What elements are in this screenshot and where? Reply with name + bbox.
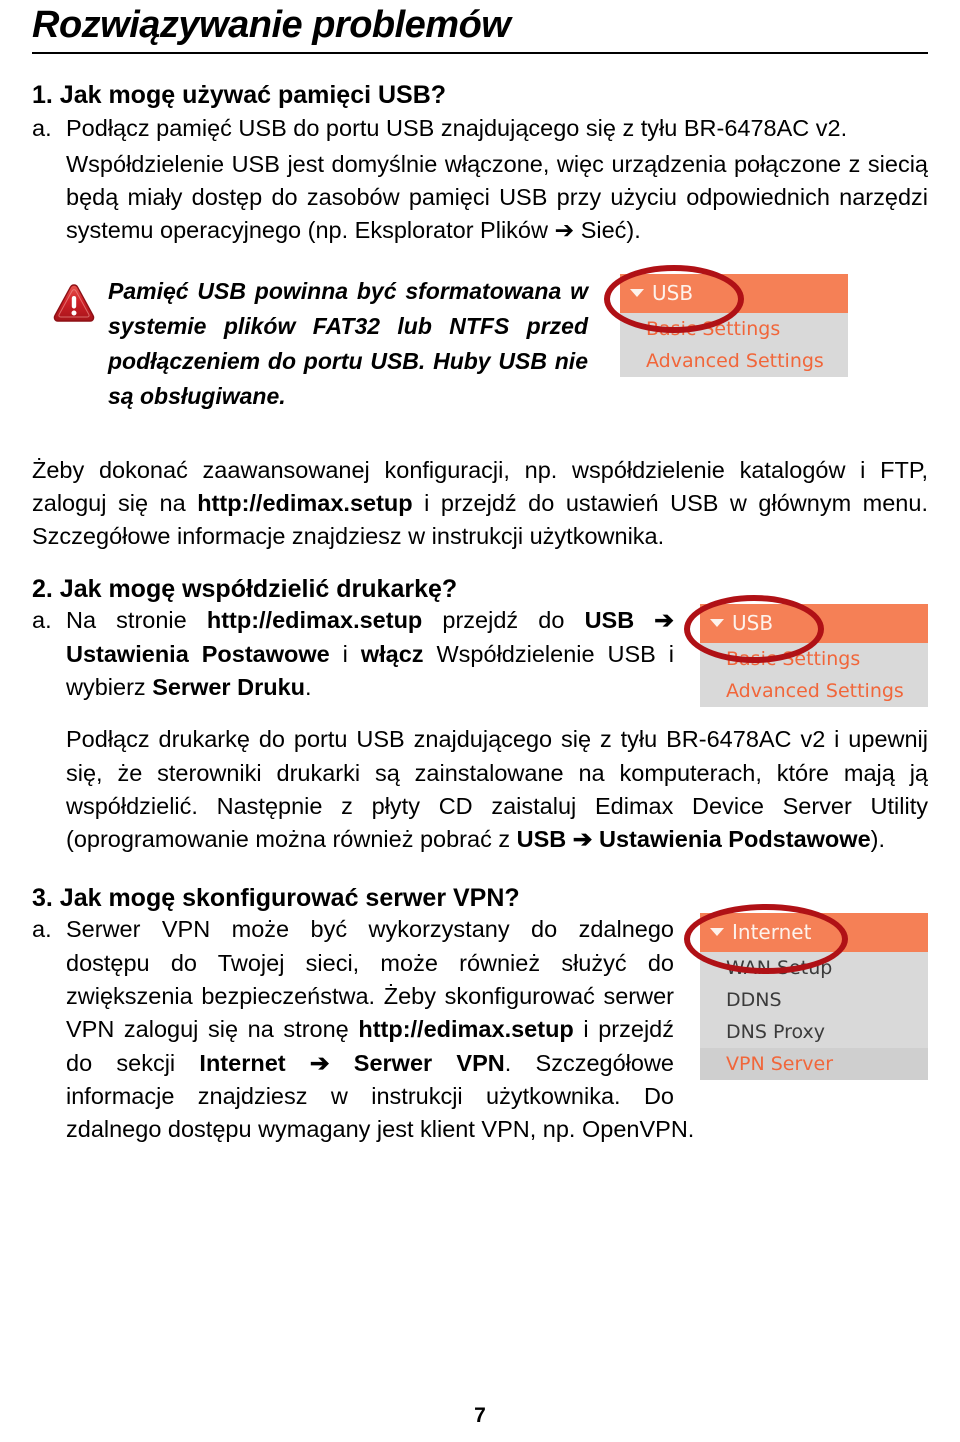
sec2-para-path: USB ➔ Ustawienia Podstawowe [516, 826, 871, 853]
warning-text: Pamięć USB powinna być sformatowana w sy… [108, 277, 588, 409]
sec3-url: http://edimax.setup [358, 1016, 574, 1043]
section-1-heading: 1. Jak mogę używać pamięci USB? [32, 80, 447, 109]
usb-menu-screenshot-1: USB Basic Settings Advanced Settings [604, 264, 848, 377]
sec2-part1: Na stronie [66, 607, 207, 634]
page-title: Rozwiązywanie problemów [32, 4, 511, 46]
sec2-para-part2: ). [870, 826, 885, 853]
section-2: 2. Jak mogę współdzielić drukarkę? USB B… [32, 574, 928, 857]
section-2-paragraph: Podłącz drukarkę do portu USB znajdujące… [32, 723, 928, 856]
title-divider [32, 51, 928, 54]
sec2-part2: przejdź do [422, 607, 585, 634]
sec3-path: Internet ➔ Serwer VPN [199, 1049, 505, 1076]
sec2-part3: i [329, 640, 361, 667]
section-1-body-line2: Współdzielenie USB jest domyślnie włączo… [66, 150, 928, 244]
section-2-item-a: a. Na stronie http://edimax.setup przejdź… [32, 604, 928, 704]
section-1-body-line1: Podłącz pamięć USB do portu USB znajdują… [66, 115, 848, 142]
intro-url: http://edimax.setup [197, 490, 413, 516]
list-marker: a. [32, 115, 52, 142]
section-3-heading: 3. Jak mogę skonfigurować serwer VPN? [32, 883, 520, 912]
list-marker: a. [32, 607, 52, 634]
menu-item-basic-settings[interactable]: Basic Settings [620, 313, 848, 345]
chevron-down-icon [630, 288, 644, 297]
menu-header-usb[interactable]: USB [620, 273, 848, 313]
sec2-print-server: Serwer Druku [152, 673, 305, 700]
warning-triangle-icon [52, 274, 96, 329]
section-1-body-line2-wrap: Współdzielenie USB jest domyślnie włączo… [32, 148, 928, 248]
sec2-part5: . [305, 673, 312, 700]
section-3: 3. Jak mogę skonfigurować serwer VPN? In… [32, 883, 928, 1147]
section-2-heading: 2. Jak mogę współdzielić drukarkę? [32, 574, 458, 603]
sec2-enable: włącz [360, 640, 424, 667]
sec2-url: http://edimax.setup [206, 607, 423, 634]
document-page: Rozwiązywanie problemów 1. Jak mogę używ… [0, 4, 960, 1442]
intro-paragraph: Żeby dokonać zaawansowanej konfiguracji,… [32, 454, 928, 554]
section-1: 1. Jak mogę używać pamięci USB? a. Podłą… [32, 80, 928, 248]
warning-block: Pamięć USB powinna być sformatowana w sy… [32, 264, 928, 414]
router-menu-usb: USB Basic Settings Advanced Settings [604, 264, 848, 377]
page-number: 7 [474, 1404, 486, 1427]
list-marker: a. [32, 916, 52, 943]
section-3-item-a: a. Serwer VPN może być wykorzystany do zd… [32, 913, 928, 1147]
menu-header-label: USB [652, 280, 694, 305]
menu-item-advanced-settings[interactable]: Advanced Settings [620, 345, 848, 377]
section-1-item-a: a. Podłącz pamięć USB do portu USB znajd… [32, 112, 928, 145]
